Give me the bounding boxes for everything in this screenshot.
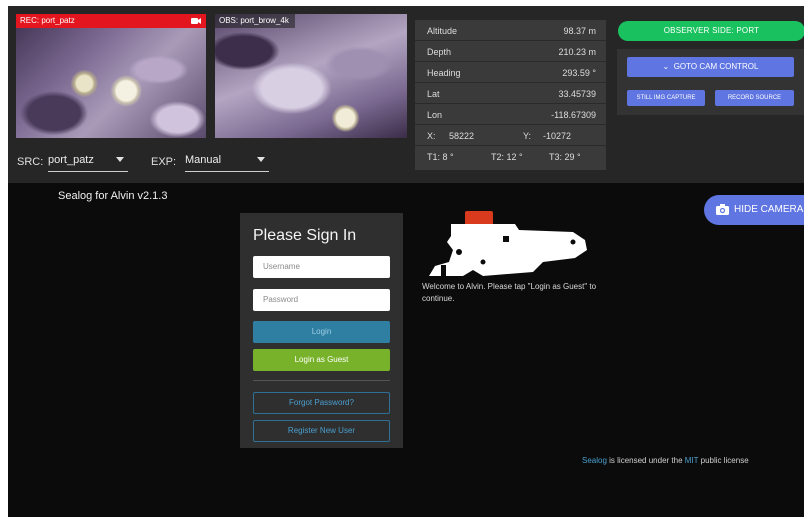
exp-select-value: Manual [185,154,222,166]
app-frame: REC: port_patz OBS: port_brow_4k SRC: po… [8,6,804,517]
camera-icon [716,204,729,215]
telemetry-row-lat: Lat 33.45739 [415,83,606,104]
telemetry-key: Depth [427,47,452,57]
still-image-capture-button[interactable]: STILL IMG CAPTURE [627,90,705,106]
chevron-down-icon [116,157,124,162]
y-value: -10272 [543,131,572,141]
goto-cam-control-label: GOTO CAM CONTROL [673,62,759,71]
login-as-guest-button[interactable]: Login as Guest [253,349,390,371]
welcome-text: Welcome to Alvin. Please tap "Login as G… [422,282,597,303]
telemetry-row-depth: Depth 210.23 m [415,41,606,62]
video-camera-icon [191,18,201,24]
divider [253,380,390,381]
t1-value: T1: 8 ° [427,152,454,162]
telemetry-key: Lon [427,110,443,120]
obs-camera-label: OBS: port_brow_4k [215,14,295,28]
observer-camera-feed[interactable]: OBS: port_brow_4k [215,14,407,138]
telemetry-row-lon: Lon -118.67309 [415,104,606,125]
src-select-value: port_patz [48,154,94,166]
telemetry-row-xy: X: 58222 Y: -10272 [415,125,606,146]
camera-control-panel: ⌄ GOTO CAM CONTROL STILL IMG CAPTURE REC… [617,49,804,115]
src-label: SRC: [17,156,44,168]
license-middle-text: is licensed under the [606,456,685,465]
register-new-user-button[interactable]: Register New User [253,420,390,442]
telemetry-value: -118.67309 [551,110,596,120]
y-label: Y: [523,131,532,141]
record-source-button[interactable]: RECORD SOURCE [715,90,794,106]
signin-panel: Please Sign In Login Login as Guest Forg… [240,213,403,448]
signin-title: Please Sign In [253,227,357,244]
telemetry-row-heading: Heading 293.59 ° [415,62,606,83]
license-end-text: public license [698,456,749,465]
telemetry-key: Altitude [427,26,458,36]
telemetry-value: 98.37 m [563,26,596,36]
submarine-logo [429,211,587,276]
t2-value: T2: 12 ° [491,152,523,162]
observer-side-button[interactable]: OBSERVER SIDE: PORT [618,21,804,41]
chevron-down-icon: ⌄ [662,62,670,71]
telemetry-key: Lat [427,89,440,99]
telemetry-panel: Altitude 98.37 m Depth 210.23 m Heading … [415,20,606,170]
x-value: 58222 [449,131,475,141]
rec-camera-label: REC: port_patz [16,14,206,28]
username-field[interactable] [253,256,390,278]
telemetry-row-altitude: Altitude 98.37 m [415,20,606,41]
exp-select[interactable]: Manual [185,152,269,172]
chevron-down-icon [257,157,265,162]
hide-camera-label: HIDE CAMERA [734,204,804,215]
password-field[interactable] [253,289,390,311]
goto-cam-control-button[interactable]: ⌄ GOTO CAM CONTROL [627,57,794,77]
license-text: Sealog is licensed under the MIT public … [582,456,749,465]
camera-feed-image [215,14,407,138]
app-title: Sealog for Alvin v2.1.3 [58,190,168,202]
recording-camera-feed[interactable]: REC: port_patz [16,14,206,138]
x-label: X: [427,131,436,141]
forgot-password-button[interactable]: Forgot Password? [253,392,390,414]
telemetry-value: 33.45739 [558,89,596,99]
src-select[interactable]: port_patz [48,152,128,172]
t3-value: T3: 29 ° [549,152,581,162]
telemetry-value: 293.59 ° [562,68,596,78]
exp-label: EXP: [151,156,177,168]
camera-telemetry-bar: REC: port_patz OBS: port_brow_4k SRC: po… [8,6,804,183]
telemetry-value: 210.23 m [558,47,596,57]
telemetry-row-temps: T1: 8 ° T2: 12 ° T3: 29 ° [415,146,606,167]
login-button[interactable]: Login [253,321,390,343]
telemetry-key: Heading [427,68,461,78]
sealog-link[interactable]: Sealog [582,456,607,465]
camera-feed-image [16,14,206,138]
hide-camera-button[interactable]: HIDE CAMERA [704,195,804,225]
mit-link[interactable]: MIT [685,456,699,465]
